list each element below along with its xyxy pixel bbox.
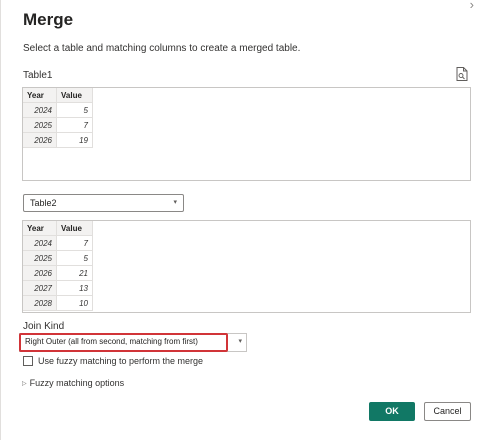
table2-grid: Year Value 2024 7 2025 5 2026 21 2027 13… bbox=[23, 221, 93, 311]
table1-grid: Year Value 2024 5 2025 7 2026 19 bbox=[23, 88, 93, 148]
fuzzy-matching-checkbox[interactable]: Use fuzzy matching to perform the merge bbox=[23, 356, 203, 366]
year-cell: 2026 bbox=[23, 132, 57, 148]
table-row: 2026 21 bbox=[23, 265, 93, 281]
ok-button[interactable]: OK bbox=[369, 402, 415, 421]
value-cell: 13 bbox=[56, 280, 93, 296]
year-cell: 2025 bbox=[23, 117, 57, 133]
file-preview-icon[interactable] bbox=[456, 67, 468, 81]
chevron-down-icon: ▾ bbox=[238, 338, 242, 345]
value-cell: 10 bbox=[56, 295, 93, 311]
value-cell: 7 bbox=[56, 117, 93, 133]
dialog-subtitle: Select a table and matching columns to c… bbox=[23, 43, 301, 54]
checkbox-box[interactable] bbox=[23, 356, 33, 366]
table2-preview: Year Value 2024 7 2025 5 2026 21 2027 13… bbox=[22, 220, 471, 313]
close-icon[interactable]: › bbox=[470, 0, 474, 12]
fuzzy-options-expander[interactable]: ▷ Fuzzy matching options bbox=[22, 378, 124, 388]
year-cell: 2025 bbox=[23, 250, 57, 266]
column-header-year[interactable]: Year bbox=[23, 88, 57, 103]
expand-triangle-icon: ▷ bbox=[22, 380, 27, 387]
table-row: 2026 19 bbox=[23, 132, 93, 148]
value-cell: 7 bbox=[56, 235, 93, 251]
column-header-value[interactable]: Value bbox=[56, 221, 93, 236]
chevron-down-icon: ▾ bbox=[173, 199, 177, 206]
cancel-button[interactable]: Cancel bbox=[424, 402, 471, 421]
join-kind-value: Right Outer (all from second, matching f… bbox=[25, 337, 198, 346]
column-header-value[interactable]: Value bbox=[56, 88, 93, 103]
merge-dialog: › Merge Select a table and matching colu… bbox=[0, 0, 478, 440]
value-cell: 5 bbox=[56, 250, 93, 266]
table2-select[interactable]: Table2 ▾ bbox=[23, 194, 184, 212]
year-cell: 2027 bbox=[23, 280, 57, 296]
table-row: 2024 5 bbox=[23, 102, 93, 118]
fuzzy-matching-label: Use fuzzy matching to perform the merge bbox=[38, 356, 204, 366]
year-cell: 2024 bbox=[23, 235, 57, 251]
table-row: 2024 7 bbox=[23, 235, 93, 251]
dialog-title: Merge bbox=[23, 10, 74, 29]
table1-preview: Year Value 2024 5 2025 7 2026 19 bbox=[22, 87, 471, 181]
table-row: 2025 5 bbox=[23, 250, 93, 266]
column-header-year[interactable]: Year bbox=[23, 221, 57, 236]
fuzzy-options-label: Fuzzy matching options bbox=[29, 378, 125, 388]
value-cell: 5 bbox=[56, 102, 93, 118]
value-cell: 21 bbox=[56, 265, 93, 281]
table-row: 2025 7 bbox=[23, 117, 93, 133]
join-kind-select[interactable]: Right Outer (all from second, matching f… bbox=[19, 333, 247, 352]
table2-select-value: Table2 bbox=[30, 198, 57, 208]
table-row: 2028 10 bbox=[23, 295, 93, 311]
join-kind-label: Join Kind bbox=[23, 321, 65, 332]
table1-label: Table1 bbox=[23, 70, 53, 81]
value-cell: 19 bbox=[56, 132, 93, 148]
table-row: 2027 13 bbox=[23, 280, 93, 296]
year-cell: 2024 bbox=[23, 102, 57, 118]
year-cell: 2026 bbox=[23, 265, 57, 281]
year-cell: 2028 bbox=[23, 295, 57, 311]
